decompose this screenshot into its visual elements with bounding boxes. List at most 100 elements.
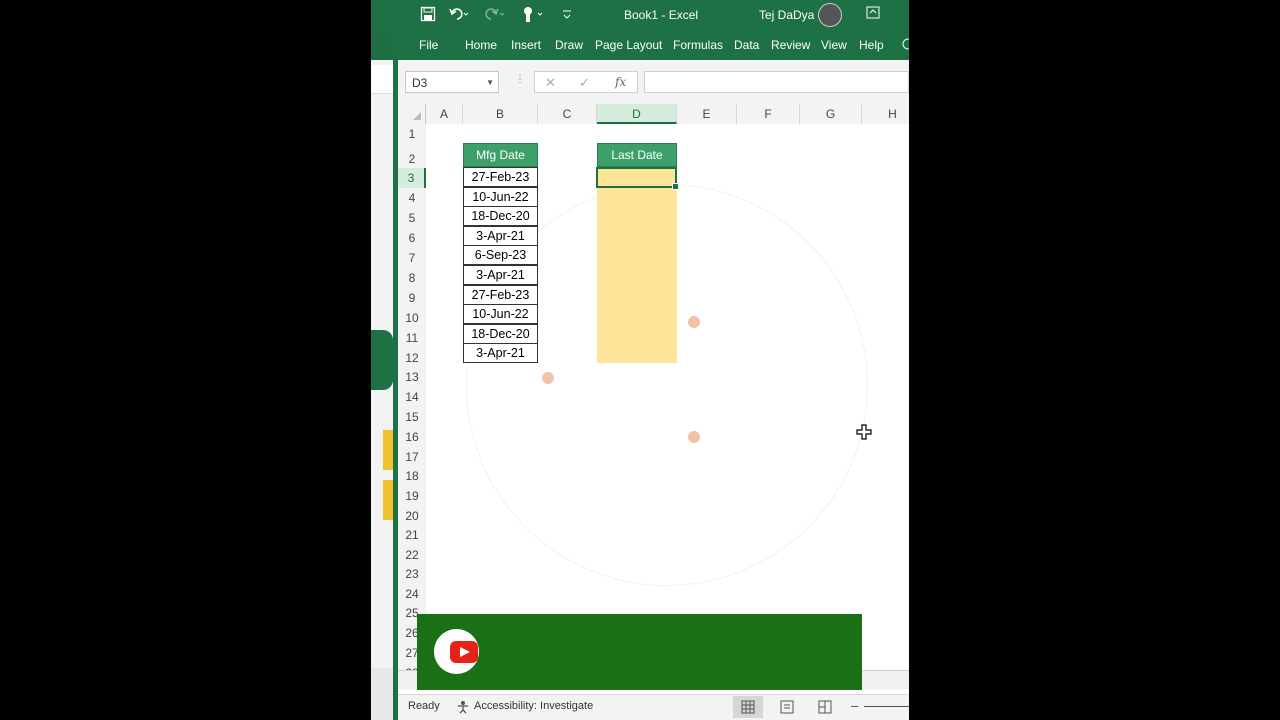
- select-all-corner[interactable]: [398, 104, 426, 124]
- worksheet-grid[interactable]: Mfg Date Last Date 27-Feb-23 10-Jun-22 18-…: [426, 124, 909, 670]
- background-window-strip: [371, 0, 393, 720]
- row-header-6[interactable]: 6: [398, 228, 426, 248]
- watermark-dot: [542, 372, 554, 384]
- youtube-badge[interactable]: [434, 629, 479, 674]
- row-header-8[interactable]: 8: [398, 268, 426, 288]
- row-header-20[interactable]: 20: [398, 506, 426, 526]
- title-bar: Book1 - Excel Tej DaDya: [398, 0, 909, 30]
- row-header-11[interactable]: 11: [398, 328, 426, 348]
- window-title: Book1 - Excel: [624, 8, 699, 22]
- row-header-17[interactable]: 17: [398, 447, 426, 467]
- mfg-date-cell[interactable]: 27-Feb-23: [463, 167, 538, 187]
- enter-icon[interactable]: ✓: [579, 75, 590, 91]
- row-header-3[interactable]: 3: [398, 168, 426, 188]
- tab-data[interactable]: Data: [734, 38, 759, 52]
- tab-formulas[interactable]: Formulas: [673, 38, 723, 52]
- mfg-date-cell[interactable]: 10-Jun-22: [463, 304, 538, 325]
- lightbulb-icon[interactable]: [901, 38, 909, 57]
- normal-view-icon[interactable]: [733, 696, 763, 718]
- mfg-date-cell[interactable]: 6-Sep-23: [463, 245, 538, 266]
- last-date-header[interactable]: Last Date: [597, 143, 677, 167]
- tab-page-layout[interactable]: Page Layout: [595, 38, 662, 52]
- last-date-range[interactable]: [597, 167, 677, 363]
- mfg-date-cell[interactable]: 3-Apr-21: [463, 343, 538, 364]
- tab-review[interactable]: Review: [771, 38, 810, 52]
- row-header-13[interactable]: 13: [398, 368, 426, 387]
- video-banner: [417, 614, 862, 690]
- fill-handle[interactable]: [672, 183, 679, 190]
- row-header-14[interactable]: 14: [398, 387, 426, 407]
- tab-view[interactable]: View: [821, 38, 847, 52]
- tab-file[interactable]: File: [419, 38, 438, 52]
- row-header-7[interactable]: 7: [398, 248, 426, 268]
- column-header-b[interactable]: B: [463, 104, 538, 124]
- row-header-19[interactable]: 19: [398, 486, 426, 506]
- column-header-d[interactable]: D: [597, 104, 677, 124]
- formula-bar: D3 ▼ ⋮ ✕ ✓ fx: [398, 60, 909, 105]
- row-header-2[interactable]: 2: [398, 144, 426, 168]
- tab-home[interactable]: Home: [465, 38, 497, 52]
- active-cell-d3[interactable]: [596, 167, 679, 190]
- status-ready: Ready: [408, 700, 440, 712]
- insert-function-button[interactable]: fx: [615, 75, 626, 89]
- redo-icon[interactable]: [484, 6, 506, 27]
- chevron-down-icon[interactable]: ▼: [486, 72, 494, 94]
- mfg-date-cell[interactable]: 27-Feb-23: [463, 284, 538, 305]
- mfg-date-cell[interactable]: 18-Dec-20: [463, 323, 538, 344]
- name-box[interactable]: D3 ▼: [405, 71, 499, 93]
- zoom-out-button[interactable]: –: [851, 698, 858, 713]
- row-header-4[interactable]: 4: [398, 188, 426, 208]
- row-header-18[interactable]: 18: [398, 467, 426, 486]
- tab-draw[interactable]: Draw: [555, 38, 583, 52]
- row-header-23[interactable]: 23: [398, 565, 426, 584]
- accessibility-icon[interactable]: [456, 700, 470, 717]
- cancel-icon[interactable]: ✕: [545, 75, 556, 91]
- avatar[interactable]: [818, 3, 842, 27]
- touch-mode-icon[interactable]: [520, 5, 546, 28]
- mfg-date-cell[interactable]: 10-Jun-22: [463, 186, 538, 207]
- formula-bar-grip-icon: ⋮: [515, 74, 525, 85]
- tab-help[interactable]: Help: [859, 38, 884, 52]
- row-header-9[interactable]: 9: [398, 288, 426, 308]
- undo-icon[interactable]: [448, 6, 470, 27]
- status-bar: Ready Accessibility: Investigate –: [398, 694, 909, 720]
- tab-insert[interactable]: Insert: [511, 38, 541, 52]
- user-name[interactable]: Tej DaDya: [759, 8, 814, 22]
- row-header-15[interactable]: 15: [398, 407, 426, 427]
- row-header-10[interactable]: 10: [398, 308, 426, 328]
- customize-qat-icon[interactable]: [562, 8, 572, 26]
- ribbon-tabs: File Home Insert Draw Page Layout Formul…: [398, 30, 909, 60]
- row-header-24[interactable]: 24: [398, 584, 426, 604]
- zoom-slider[interactable]: [864, 706, 909, 707]
- formula-input[interactable]: [644, 71, 909, 93]
- row-header-1[interactable]: 1: [398, 124, 426, 144]
- column-headers: A B C D E F G H: [398, 104, 909, 125]
- column-header-e[interactable]: E: [677, 104, 737, 124]
- row-header-12[interactable]: 12: [398, 348, 426, 368]
- mfg-date-cell[interactable]: 3-Apr-21: [463, 265, 538, 285]
- excel-window: Book1 - Excel Tej DaDya File Home Insert…: [398, 0, 909, 720]
- move-cursor-icon: [856, 424, 872, 440]
- mfg-date-cell[interactable]: 18-Dec-20: [463, 206, 538, 227]
- accessibility-status[interactable]: Accessibility: Investigate: [474, 700, 593, 712]
- column-header-f[interactable]: F: [737, 104, 800, 124]
- page-layout-view-icon[interactable]: [779, 699, 795, 718]
- column-header-h[interactable]: H: [862, 104, 909, 124]
- mfg-date-header[interactable]: Mfg Date: [463, 143, 538, 167]
- row-headers: 1 2 3 4 5 6 7 8 9 10 11 12 13 14 15 16 17 18 19 20 21 22 23 24 2…: [398, 124, 427, 680]
- row-header-16[interactable]: 16: [398, 427, 426, 447]
- mfg-date-cell[interactable]: 3-Apr-21: [463, 225, 538, 246]
- watermark-dot: [688, 431, 700, 443]
- column-header-a[interactable]: A: [426, 104, 463, 124]
- formula-buttons: ✕ ✓ fx: [534, 71, 638, 93]
- column-header-c[interactable]: C: [538, 104, 597, 124]
- name-box-value: D3: [412, 76, 428, 90]
- ribbon-display-icon[interactable]: [866, 6, 880, 25]
- row-header-5[interactable]: 5: [398, 208, 426, 228]
- page-break-view-icon[interactable]: [817, 699, 833, 718]
- row-header-22[interactable]: 22: [398, 545, 426, 565]
- watermark-dot: [688, 316, 700, 328]
- row-header-21[interactable]: 21: [398, 526, 426, 545]
- column-header-g[interactable]: G: [800, 104, 862, 124]
- save-icon[interactable]: [420, 6, 436, 27]
